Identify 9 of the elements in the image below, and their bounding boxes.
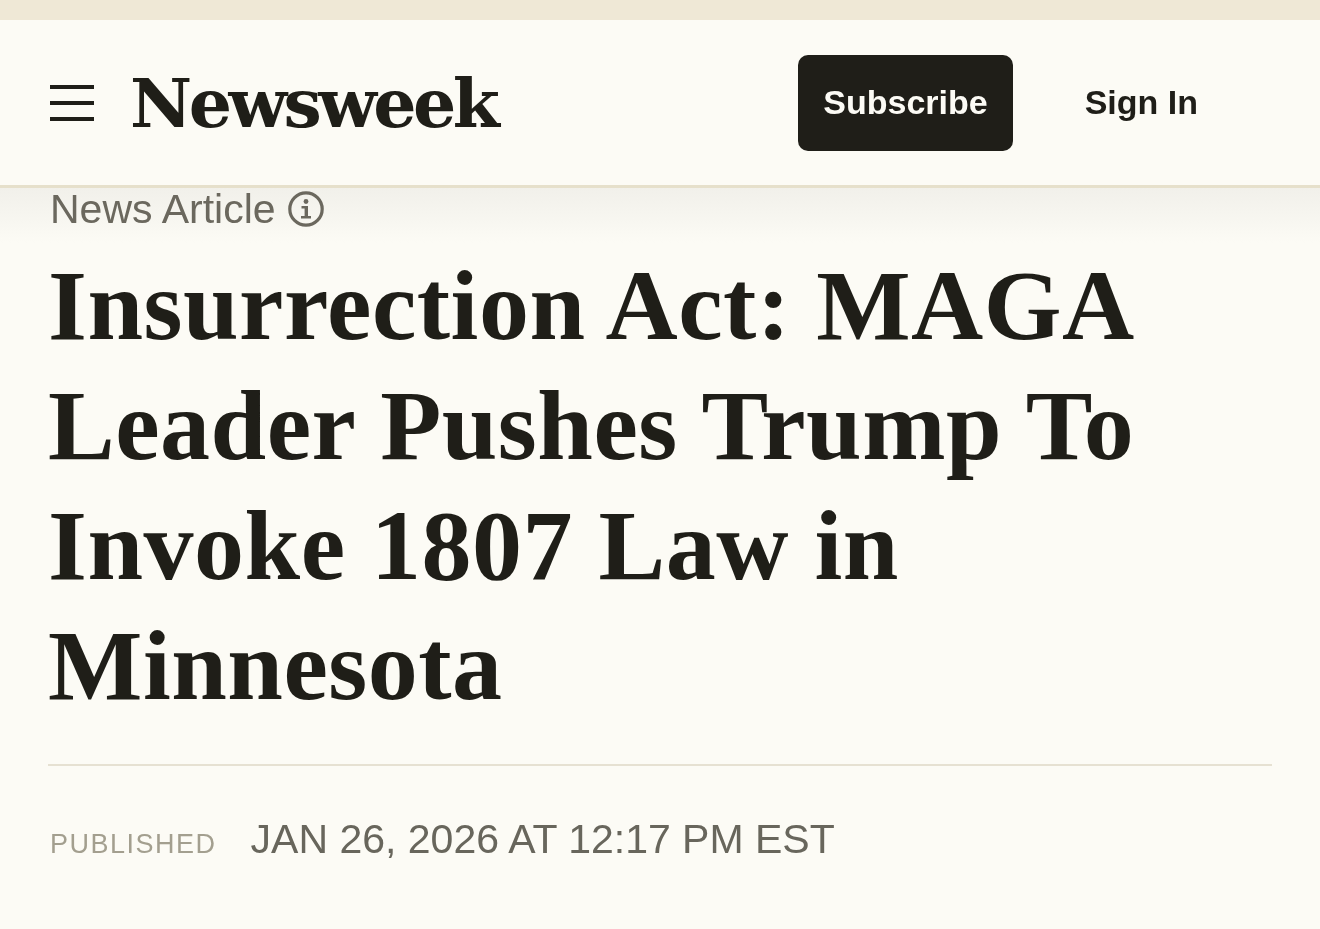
info-icon[interactable] — [287, 191, 324, 227]
subscribe-button[interactable]: Subscribe — [798, 54, 1013, 151]
publish-date: JAN 26, 2026 AT 12:17 PM EST — [250, 816, 835, 863]
menu-icon[interactable] — [50, 84, 94, 121]
published-label: PUBLISHED — [50, 829, 217, 860]
sign-in-link[interactable]: Sign In — [1084, 77, 1198, 128]
site-logo[interactable]: Newsweek — [130, 68, 497, 137]
article-type-label: News Article — [50, 188, 276, 230]
headline: Insurrection Act: MAGA Leader Pushes Trump To Invoke 1807 Law in Minnesota — [48, 249, 1136, 723]
